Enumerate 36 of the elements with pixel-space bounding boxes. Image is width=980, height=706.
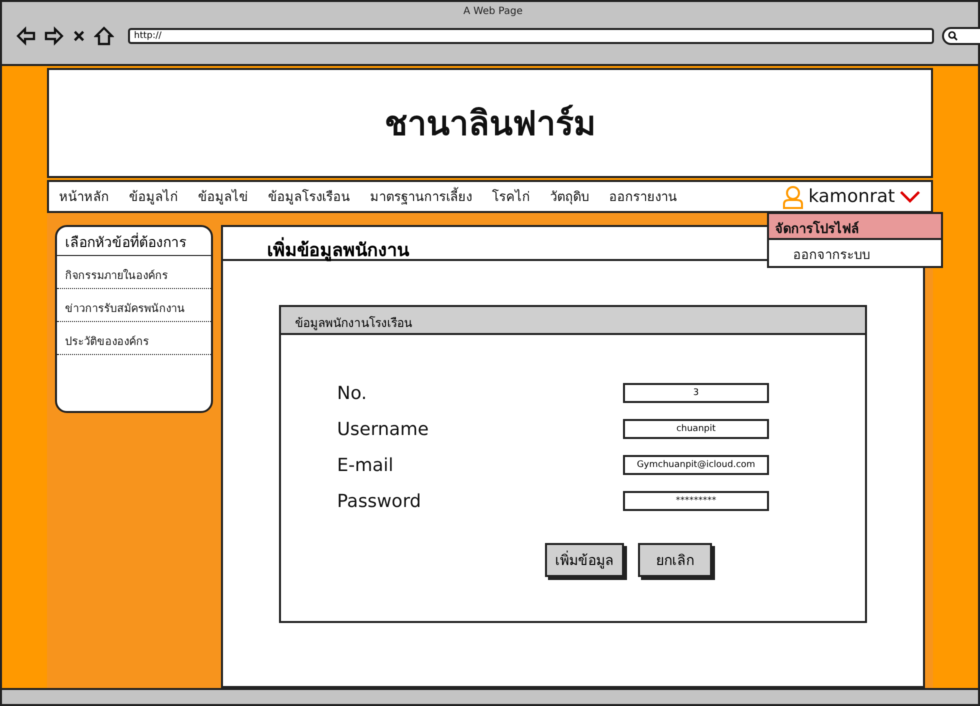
sidebar-title: เลือกหัวข้อที่ต้องการ bbox=[57, 227, 211, 256]
user-icon bbox=[782, 184, 804, 208]
search-icon bbox=[948, 31, 958, 41]
forward-icon[interactable] bbox=[44, 26, 64, 46]
user-menu-button[interactable]: kamonrat bbox=[782, 184, 921, 208]
field-label: Password bbox=[337, 490, 422, 514]
sidebar-link[interactable]: ข่าวการรับสมัครพนักงาน bbox=[57, 289, 211, 322]
nav-link[interactable]: ข้อมูลโรงเรือน bbox=[268, 186, 350, 207]
username: kamonrat bbox=[808, 186, 895, 207]
form-title: ข้อมูลพนักงานโรงเรือน bbox=[281, 307, 865, 335]
back-icon[interactable] bbox=[16, 26, 36, 46]
sidebar-link[interactable]: ประวัติขององค์กร bbox=[57, 322, 211, 355]
caret-icon bbox=[899, 190, 921, 204]
home-icon[interactable] bbox=[94, 26, 114, 46]
field-label: No. bbox=[337, 382, 368, 406]
nav-link[interactable]: ข้อมูลไก่ bbox=[129, 186, 178, 207]
input-field[interactable]: ********* bbox=[623, 491, 769, 511]
search-field[interactable] bbox=[942, 27, 980, 45]
window-title: A Web Page bbox=[463, 6, 523, 19]
nav-link[interactable]: มาตรฐานการเลี้ยง bbox=[370, 186, 472, 207]
field-label: Username bbox=[337, 418, 430, 442]
site-title: ชานาลินฟาร์ม bbox=[384, 103, 596, 146]
nav-link[interactable]: โรคไก่ bbox=[492, 186, 530, 207]
add-button[interactable]: เพิ่มข้อมูล bbox=[545, 543, 624, 577]
sidebar-link[interactable]: กิจกรรมภายในองค์กร bbox=[57, 256, 211, 289]
cancel-button[interactable]: ยกเลิก bbox=[638, 543, 712, 577]
field-label: E-mail bbox=[337, 454, 394, 478]
address-bar[interactable]: http:// bbox=[128, 28, 934, 44]
input-field[interactable]: Gymchuanpit@icloud.com bbox=[623, 455, 769, 475]
input-field[interactable]: 3 bbox=[623, 383, 769, 403]
nav-link[interactable]: หน้าหลัก bbox=[59, 186, 109, 207]
nav-link[interactable]: ออกรายงาน bbox=[609, 186, 677, 207]
nav-link[interactable]: วัตถุดิบ bbox=[550, 186, 589, 207]
nav-link[interactable]: ข้อมูลไข่ bbox=[198, 186, 248, 207]
menu-item[interactable]: จัดการโปรไฟล์ bbox=[769, 214, 941, 240]
input-field[interactable]: chuanpit bbox=[623, 419, 769, 439]
